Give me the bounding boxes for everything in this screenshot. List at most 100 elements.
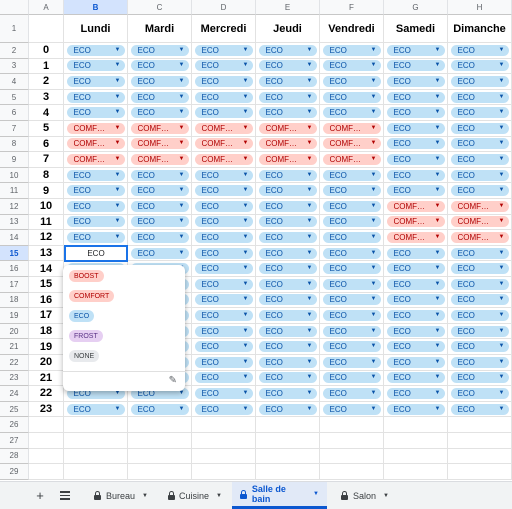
status-chip[interactable]: ECO ▼ — [386, 122, 445, 134]
status-chip[interactable]: ECO ▼ — [194, 387, 253, 399]
schedule-cell[interactable] — [64, 433, 128, 449]
status-chip[interactable]: ECO ▼ — [450, 185, 509, 197]
chevron-down-icon[interactable]: ▼ — [307, 294, 313, 305]
schedule-cell[interactable]: ECO ▼ — [192, 308, 256, 324]
row-header[interactable]: 13 — [0, 214, 29, 231]
chevron-down-icon[interactable]: ▼ — [243, 388, 249, 399]
schedule-cell[interactable]: ECO ▼ — [320, 355, 384, 371]
schedule-cell[interactable]: ECO ▼ — [320, 401, 384, 418]
chevron-down-icon[interactable]: ▼ — [115, 201, 121, 212]
schedule-cell[interactable]: ECO ▼ — [128, 89, 192, 106]
chevron-down-icon[interactable]: ▼ — [313, 491, 319, 497]
chevron-down-icon[interactable]: ▼ — [179, 76, 185, 87]
chevron-down-icon[interactable]: ▼ — [371, 310, 377, 321]
row-header[interactable]: 19 — [0, 308, 29, 324]
status-chip[interactable]: ECO ▼ — [66, 185, 125, 197]
chevron-down-icon[interactable]: ▼ — [499, 201, 505, 212]
schedule-cell[interactable]: COMF… ▼ — [320, 136, 384, 153]
hour-cell[interactable]: 10 — [29, 199, 64, 215]
chevron-down-icon[interactable]: ▼ — [371, 170, 377, 181]
day-header-mardi[interactable]: Mardi — [128, 15, 192, 43]
schedule-cell[interactable]: ECO ▼ — [192, 199, 256, 215]
column-header-f[interactable]: F — [320, 0, 384, 15]
schedule-cell[interactable]: ECO ▼ — [128, 105, 192, 121]
sheet-tab-salle-de-bain[interactable]: Salle de bain ▼ — [232, 482, 327, 509]
chevron-down-icon[interactable]: ▼ — [243, 404, 249, 415]
chevron-down-icon[interactable]: ▼ — [371, 294, 377, 305]
chevron-down-icon[interactable]: ▼ — [371, 154, 377, 165]
schedule-cell[interactable] — [384, 448, 448, 465]
chevron-down-icon[interactable]: ▼ — [179, 404, 185, 415]
schedule-cell[interactable]: ECO ▼ — [128, 199, 192, 215]
status-chip[interactable]: ECO ▼ — [130, 200, 189, 212]
chevron-down-icon[interactable]: ▼ — [371, 326, 377, 337]
hour-cell[interactable]: 8 — [29, 167, 64, 184]
chevron-down-icon[interactable]: ▼ — [435, 76, 441, 87]
status-chip[interactable]: ECO ▼ — [322, 403, 381, 415]
status-chip[interactable]: ECO ▼ — [450, 372, 509, 384]
schedule-cell[interactable]: ECO ▼ — [256, 58, 320, 75]
schedule-cell[interactable]: ECO ▼ — [192, 183, 256, 199]
schedule-cell[interactable]: ECO ▼ — [320, 292, 384, 309]
chevron-down-icon[interactable]: ▼ — [243, 248, 249, 259]
chevron-down-icon[interactable]: ▼ — [435, 92, 441, 103]
chevron-down-icon[interactable]: ▼ — [243, 60, 249, 71]
schedule-cell[interactable]: ECO ▼ — [384, 401, 448, 418]
status-chip[interactable]: ECO ▼ — [130, 75, 189, 87]
status-chip[interactable]: ECO ▼ — [130, 91, 189, 103]
status-chip[interactable]: ECO ▼ — [386, 247, 445, 259]
chevron-down-icon[interactable]: ▼ — [499, 232, 505, 243]
column-header-g[interactable]: G — [384, 0, 448, 15]
row-header[interactable]: 18 — [0, 292, 29, 309]
chevron-down-icon[interactable]: ▼ — [307, 60, 313, 71]
status-chip[interactable]: ECO ▼ — [258, 387, 317, 399]
schedule-cell[interactable]: ECO ▼ — [384, 167, 448, 184]
status-chip[interactable]: ECO ▼ — [322, 356, 381, 368]
status-chip[interactable]: COMF… ▼ — [130, 153, 189, 165]
chevron-down-icon[interactable]: ▼ — [307, 185, 313, 196]
schedule-cell[interactable]: ECO ▼ — [320, 43, 384, 59]
schedule-cell[interactable] — [192, 433, 256, 449]
status-chip[interactable]: ECO ▼ — [386, 341, 445, 353]
chevron-down-icon[interactable]: ▼ — [371, 107, 377, 118]
chevron-down-icon[interactable]: ▼ — [435, 372, 441, 383]
chevron-down-icon[interactable]: ▼ — [243, 76, 249, 87]
chevron-down-icon[interactable]: ▼ — [243, 263, 249, 274]
chevron-down-icon[interactable]: ▼ — [499, 123, 505, 134]
schedule-cell[interactable]: ECO ▼ — [192, 89, 256, 106]
chevron-down-icon[interactable]: ▼ — [115, 138, 121, 149]
status-chip[interactable]: COMF… ▼ — [386, 231, 445, 243]
schedule-cell[interactable]: ECO ▼ — [256, 214, 320, 231]
chevron-down-icon[interactable]: ▼ — [499, 185, 505, 196]
row-header[interactable]: 28 — [0, 448, 29, 465]
schedule-cell[interactable] — [192, 448, 256, 465]
hour-cell[interactable]: 6 — [29, 136, 64, 153]
status-chip[interactable]: ECO ▼ — [66, 44, 125, 56]
chevron-down-icon[interactable]: ▼ — [115, 216, 121, 227]
chevron-down-icon[interactable]: ▼ — [371, 123, 377, 134]
status-chip[interactable]: ECO ▼ — [322, 231, 381, 243]
row-header[interactable]: 20 — [0, 323, 29, 340]
status-chip[interactable]: ECO ▼ — [450, 263, 509, 275]
status-chip[interactable]: ECO ▼ — [194, 231, 253, 243]
schedule-cell[interactable]: ECO ▼ — [128, 43, 192, 59]
chevron-down-icon[interactable]: ▼ — [179, 248, 185, 259]
schedule-cell[interactable]: ECO ▼ — [64, 183, 128, 199]
status-chip[interactable]: ECO ▼ — [386, 44, 445, 56]
schedule-cell[interactable]: ECO ▼ — [128, 183, 192, 199]
status-chip[interactable]: ECO ▼ — [450, 403, 509, 415]
chevron-down-icon[interactable]: ▼ — [371, 185, 377, 196]
schedule-cell[interactable]: ECO ▼ — [256, 167, 320, 184]
schedule-cell[interactable]: COMF… ▼ — [448, 199, 512, 215]
chevron-down-icon[interactable]: ▼ — [307, 201, 313, 212]
hour-cell[interactable]: 0 — [29, 43, 64, 59]
chevron-down-icon[interactable]: ▼ — [435, 216, 441, 227]
status-chip[interactable]: ECO ▼ — [322, 169, 381, 181]
row-header[interactable]: 22 — [0, 355, 29, 371]
status-chip[interactable]: ECO ▼ — [322, 309, 381, 321]
chevron-down-icon[interactable]: ▼ — [435, 341, 441, 352]
pencil-icon[interactable]: ✎ — [169, 375, 177, 386]
hour-cell[interactable]: 12 — [29, 230, 64, 246]
status-chip[interactable]: ECO ▼ — [386, 91, 445, 103]
schedule-cell[interactable]: ECO ▼ — [192, 292, 256, 309]
